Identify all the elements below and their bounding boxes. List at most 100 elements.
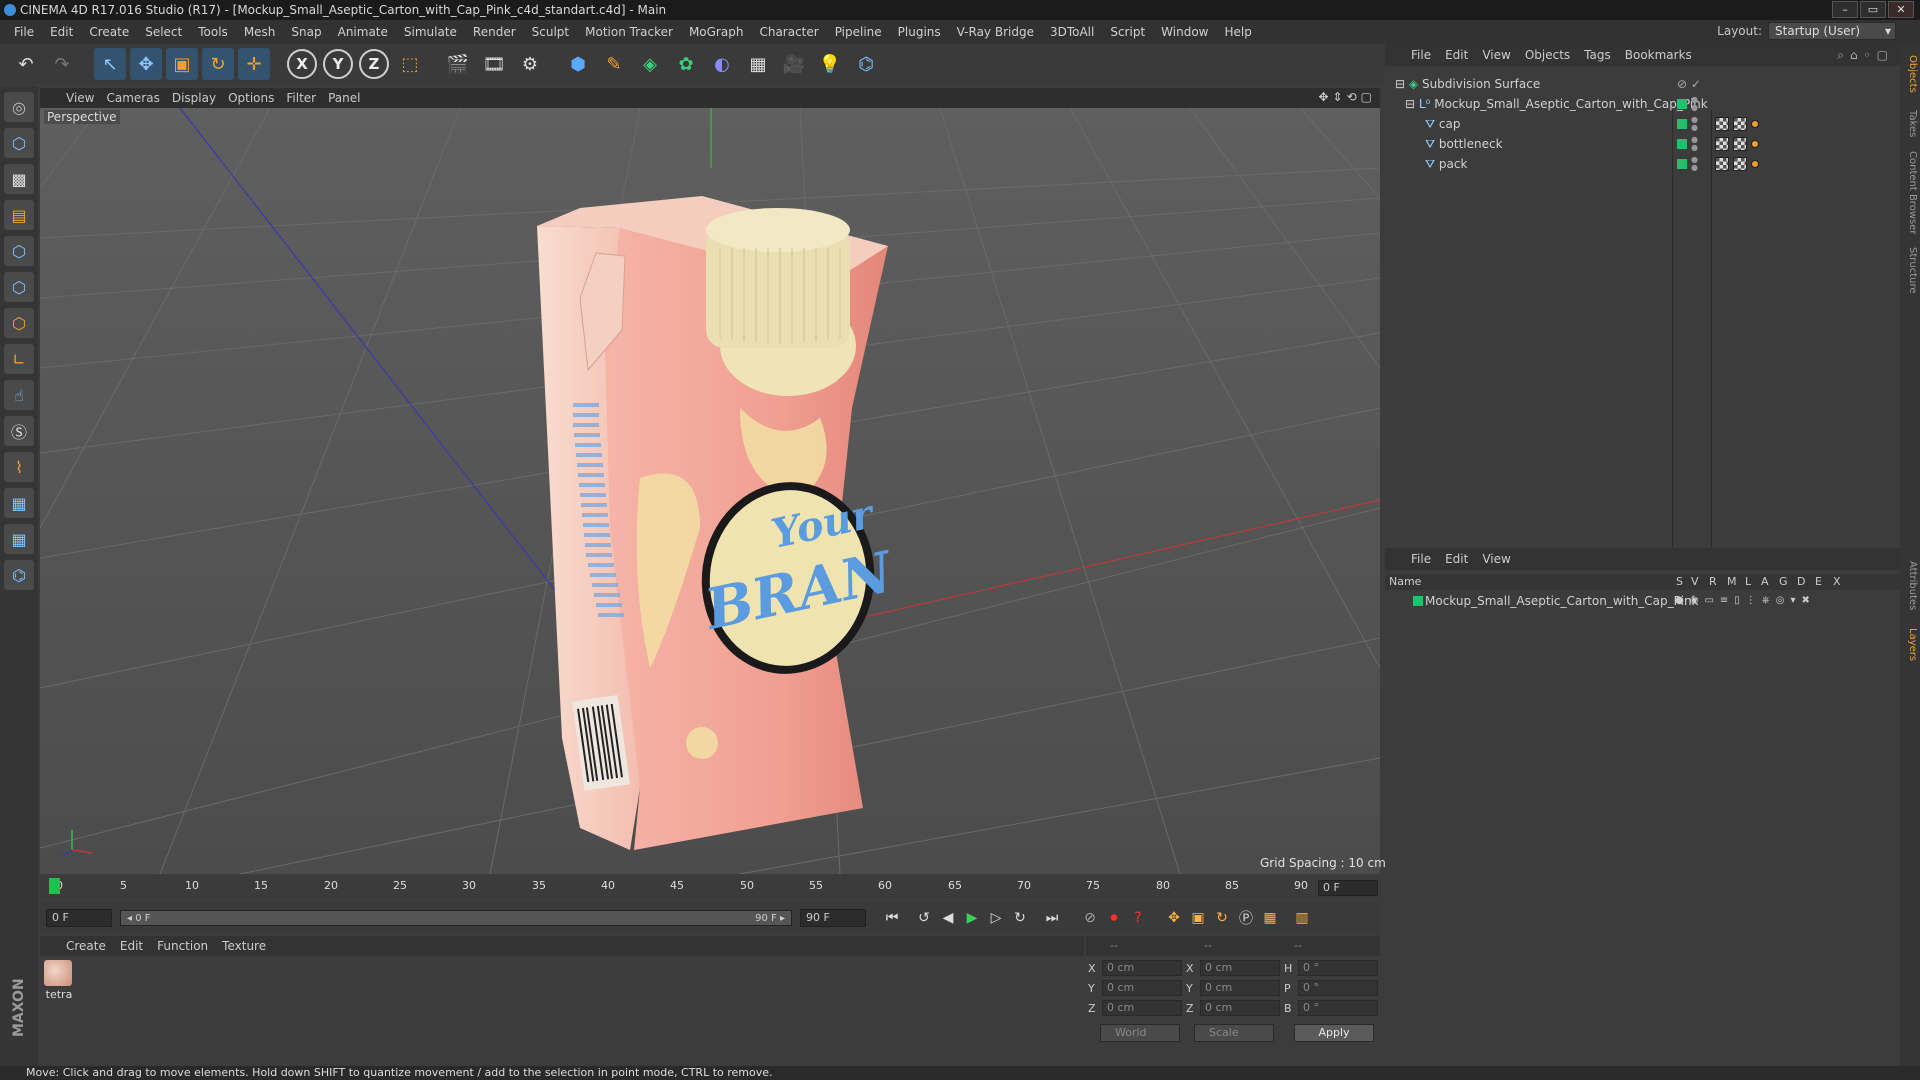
snap-icon[interactable]: Ⓢ: [4, 416, 34, 446]
rotate-view-icon[interactable]: ⟲: [1347, 90, 1357, 104]
pan-view-icon[interactable]: ✥: [1318, 90, 1328, 104]
autokeying-icon[interactable]: ⏺: [1102, 906, 1126, 930]
object-row-pack[interactable]: ⛛ pack ● ●: [1385, 154, 1900, 174]
menu-vray-bridge[interactable]: V-Ray Bridge: [949, 25, 1042, 39]
next-frame-icon[interactable]: ▷: [984, 906, 1008, 930]
edges-mode-icon[interactable]: ⬡: [4, 272, 34, 302]
menu-animate[interactable]: Animate: [330, 25, 396, 39]
floor-icon[interactable]: ▦: [742, 48, 774, 80]
move-tool-icon[interactable]: ✥: [130, 48, 162, 80]
viewport-menu-panel[interactable]: Panel: [328, 91, 372, 105]
previous-key-icon[interactable]: ↺: [912, 906, 936, 930]
column-divider[interactable]: [1711, 110, 1712, 588]
layer-color-tag[interactable]: [1677, 99, 1687, 109]
layout-dropdown[interactable]: Startup (User): [1768, 22, 1896, 40]
previous-frame-icon[interactable]: ◀: [936, 906, 960, 930]
menu-sculpt[interactable]: Sculpt: [524, 25, 577, 39]
record-rotation-icon[interactable]: ↻: [1210, 906, 1234, 930]
tab-layers[interactable]: Layers: [1902, 624, 1918, 666]
pen-spline-icon[interactable]: ✎: [598, 48, 630, 80]
material-menu-function[interactable]: Function: [157, 939, 222, 953]
column-divider[interactable]: [1672, 110, 1673, 588]
timeline-playhead[interactable]: [49, 878, 60, 894]
material-swatch[interactable]: tetra: [44, 960, 74, 1001]
points-mode-icon[interactable]: ⬡: [4, 236, 34, 266]
frame-range-slider[interactable]: ◂ 0 F 90 F ▸: [120, 910, 792, 926]
layer-color-swatch[interactable]: [1413, 596, 1423, 606]
x-axis-lock-icon[interactable]: X: [286, 48, 318, 80]
lm-menu-view[interactable]: View: [1482, 552, 1524, 566]
workplane-icon[interactable]: ▤: [4, 200, 34, 230]
record-position-icon[interactable]: ✥: [1162, 906, 1186, 930]
om-menu-file[interactable]: File: [1411, 48, 1445, 62]
camera-icon[interactable]: 🎥: [778, 48, 810, 80]
material-menu-create[interactable]: Create: [66, 939, 120, 953]
om-menu-bookmarks[interactable]: Bookmarks: [1625, 48, 1706, 62]
record-scale-icon[interactable]: ▣: [1186, 906, 1210, 930]
tab-takes[interactable]: Takes: [1902, 106, 1918, 142]
size-x-field[interactable]: 0 cm: [1200, 960, 1280, 976]
tab-content-browser[interactable]: Content Browser: [1902, 148, 1918, 238]
y-axis-lock-icon[interactable]: Y: [322, 48, 354, 80]
lock-workplane-icon[interactable]: ▦: [4, 488, 34, 518]
material-menu-texture[interactable]: Texture: [222, 939, 280, 953]
record-active-objects-icon[interactable]: ⊘: [1078, 906, 1102, 930]
menu-help[interactable]: Help: [1216, 25, 1259, 39]
model-mode-icon[interactable]: ⬡: [4, 128, 34, 158]
tree-collapse-icon[interactable]: ⊟: [1395, 77, 1405, 91]
menu-character[interactable]: Character: [751, 25, 826, 39]
cloner-icon[interactable]: ✿: [670, 48, 702, 80]
axis-mode-icon[interactable]: ∟: [4, 344, 34, 374]
layer-color-tag[interactable]: [1677, 159, 1687, 169]
layer-color-tag[interactable]: [1677, 119, 1687, 129]
perspective-viewport[interactable]: Your BRAN: [40, 88, 1380, 874]
texture-mode-icon[interactable]: ▩: [4, 164, 34, 194]
tab-structure[interactable]: Structure: [1902, 244, 1918, 296]
viewport-menu-display[interactable]: Display: [172, 91, 228, 105]
visibility-dots[interactable]: ● ●: [1691, 116, 1698, 132]
edit-toggle-icon[interactable]: ⊘ ✓: [1677, 74, 1701, 94]
maximize-button[interactable]: ▭: [1860, 1, 1886, 18]
object-row-cap[interactable]: ⛛ cap ● ●: [1385, 114, 1900, 134]
tree-collapse-icon[interactable]: ⊟: [1405, 97, 1415, 111]
om-menu-edit[interactable]: Edit: [1445, 48, 1482, 62]
current-frame-field[interactable]: 0 F: [1318, 880, 1378, 896]
menu-render[interactable]: Render: [465, 25, 524, 39]
apply-button[interactable]: Apply: [1294, 1024, 1374, 1042]
coord-space-dropdown[interactable]: World: [1100, 1024, 1180, 1042]
menu-snap[interactable]: Snap: [283, 25, 329, 39]
visibility-dots[interactable]: ● ●: [1691, 156, 1698, 172]
menu-mograph[interactable]: MoGraph: [681, 25, 752, 39]
layer-toggle-icons[interactable]: ●◉▭≡▯⋮⎈◎▾✖: [1675, 592, 1816, 610]
go-to-end-icon[interactable]: ⏭: [1040, 906, 1064, 930]
object-row-subdivision[interactable]: ⊟ ◈ Subdivision Surface ⊘ ✓: [1385, 74, 1900, 94]
om-menu-objects[interactable]: Objects: [1525, 48, 1584, 62]
cube-primitive-icon[interactable]: ⬢: [562, 48, 594, 80]
menu-mesh[interactable]: Mesh: [236, 25, 284, 39]
menu-window[interactable]: Window: [1153, 25, 1216, 39]
maximize-view-icon[interactable]: ▢: [1361, 90, 1372, 104]
end-frame-field[interactable]: 90 F: [800, 909, 866, 927]
start-frame-field[interactable]: 0 F: [46, 909, 112, 927]
carton-model[interactable]: Your BRAN: [537, 196, 900, 850]
position-x-field[interactable]: 0 cm: [1102, 960, 1182, 976]
position-z-field[interactable]: 0 cm: [1102, 1000, 1182, 1016]
menu-select[interactable]: Select: [137, 25, 190, 39]
menu-3dtoall[interactable]: 3DToAll: [1042, 25, 1102, 39]
size-z-field[interactable]: 0 cm: [1200, 1000, 1280, 1016]
menu-tools[interactable]: Tools: [190, 25, 236, 39]
material-menu-edit[interactable]: Edit: [120, 939, 157, 953]
viewport-menu-options[interactable]: Options: [228, 91, 286, 105]
menu-motion-tracker[interactable]: Motion Tracker: [577, 25, 681, 39]
menu-pipeline[interactable]: Pipeline: [827, 25, 890, 39]
menu-file[interactable]: File: [6, 25, 42, 39]
viewport-menu-view[interactable]: View: [66, 91, 106, 105]
viewport-menu-cameras[interactable]: Cameras: [106, 91, 171, 105]
python-script-icon[interactable]: ⌬: [4, 560, 34, 590]
om-menu-tags[interactable]: Tags: [1584, 48, 1625, 62]
play-forward-icon[interactable]: ▶: [960, 906, 984, 930]
timeline-ruler[interactable]: 0 5 10 15 20 25 30 35 40 45 50 55 60 65 …: [40, 876, 1380, 898]
planar-workplane-icon[interactable]: ▦: [4, 524, 34, 554]
timeline-window-icon[interactable]: ▥: [1290, 906, 1314, 930]
subdivision-surface-icon[interactable]: ◈: [634, 48, 666, 80]
